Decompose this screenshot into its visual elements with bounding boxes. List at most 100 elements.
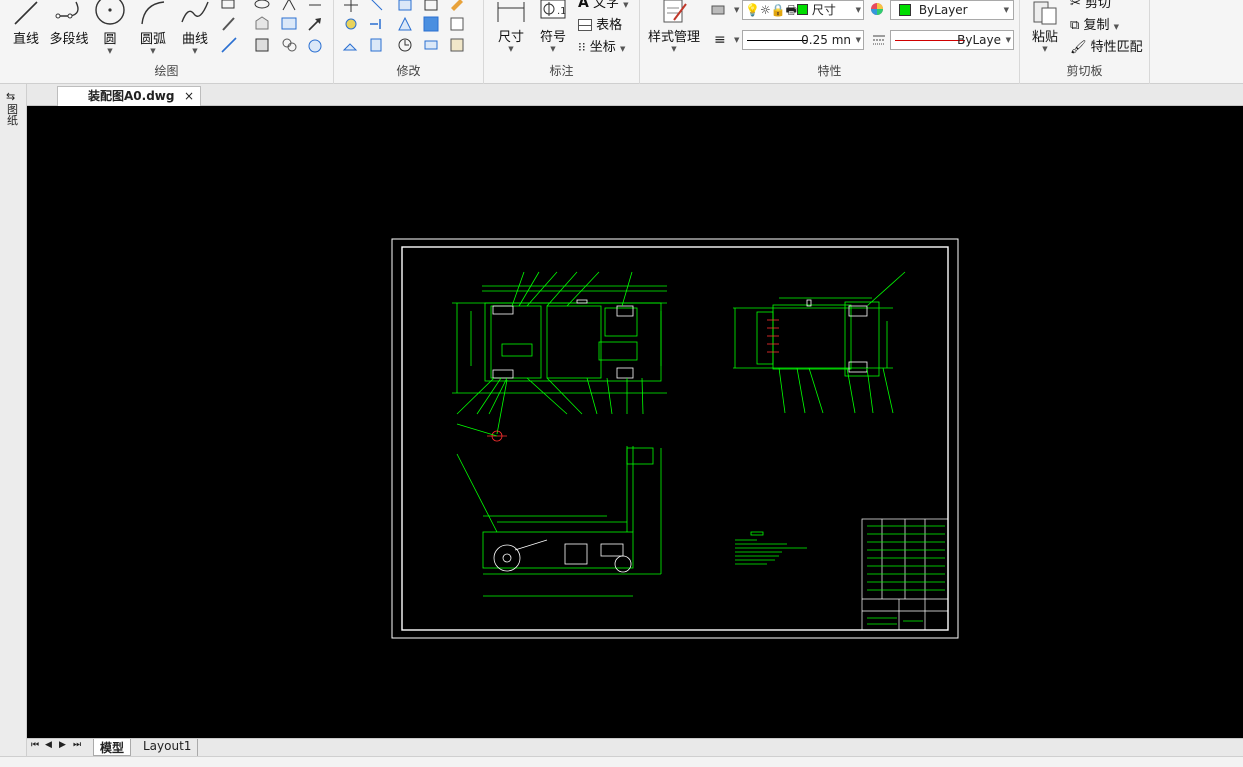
layer-name: 尺寸 xyxy=(811,3,836,17)
command-bar[interactable] xyxy=(0,756,1243,767)
copy-dropdown-icon[interactable]: ▼ xyxy=(1114,23,1119,31)
annotate-panel: 尺寸 ▼ .1 符号 ▼ A 文字 ▼ 表格 ⁝⁝ 坐标 ▼ 标注 xyxy=(484,0,640,84)
circle-tool[interactable]: 圆 ▼ xyxy=(94,0,126,55)
close-tab-icon[interactable]: × xyxy=(184,87,194,105)
spline-icon xyxy=(181,1,209,23)
stretch-icon[interactable] xyxy=(342,36,360,54)
circle-dropdown-icon[interactable]: ▼ xyxy=(94,47,126,55)
sheet-set-icon[interactable]: ⇆ xyxy=(6,90,15,103)
spline-tool[interactable]: 曲线 ▼ xyxy=(178,0,212,55)
document-tab[interactable]: 装配图A0.dwg × xyxy=(57,86,201,106)
wipeout-icon[interactable] xyxy=(306,36,324,54)
sheet-set-label[interactable]: 图纸 xyxy=(7,104,20,126)
prev-layout-icon[interactable]: ◀ xyxy=(45,740,52,750)
linetype-icon[interactable] xyxy=(870,31,888,49)
join-icon[interactable] xyxy=(422,36,440,54)
spline-dropdown-icon[interactable]: ▼ xyxy=(178,47,212,55)
last-layout-icon[interactable]: ⏭ xyxy=(73,740,81,750)
copy-label: 复制 xyxy=(1083,18,1110,33)
break-icon[interactable] xyxy=(448,15,466,33)
dimension-tool[interactable]: 尺寸 ▼ xyxy=(494,0,528,53)
symbol-dropdown-icon[interactable]: ▼ xyxy=(536,45,570,53)
match-properties-label: 特性匹配 xyxy=(1090,40,1143,55)
table-tool[interactable]: 表格 xyxy=(578,14,622,33)
linetype-dropdown-icon: ▼ xyxy=(1005,36,1011,44)
move-icon[interactable] xyxy=(342,0,360,14)
cad-drawing[interactable] xyxy=(27,106,1243,738)
text-dropdown-icon[interactable]: ▼ xyxy=(623,1,628,9)
layer-state-select[interactable]: 💡☼🔒🖶 尺寸 ▼ xyxy=(742,0,864,20)
polyline-tool[interactable]: 多段线 xyxy=(48,0,90,47)
explode-icon[interactable] xyxy=(396,36,414,54)
text-tool[interactable]: A 文字 ▼ xyxy=(578,0,629,11)
revcloud-icon[interactable] xyxy=(280,36,298,54)
lineweight-menu-icon[interactable]: ▼ xyxy=(734,36,739,44)
region-icon[interactable] xyxy=(253,15,271,33)
first-layout-icon[interactable]: ⏮ xyxy=(31,740,39,750)
left-tool-strip: ⇆ 图纸 xyxy=(0,84,27,767)
front-view xyxy=(456,446,662,597)
model-tab-label: 模型 xyxy=(100,741,125,755)
scale-icon[interactable] xyxy=(368,36,386,54)
trim-icon[interactable] xyxy=(368,15,386,33)
lineweight-icon[interactable]: ≡ xyxy=(714,32,726,48)
mirror-icon[interactable] xyxy=(396,0,414,14)
paste-tool[interactable]: 粘贴 ▼ xyxy=(1028,0,1062,53)
style-manager-tool[interactable]: 样式管理 ▼ xyxy=(646,0,702,53)
color-wheel-icon[interactable] xyxy=(868,0,886,18)
match-properties-tool[interactable]: 🖌 特性匹配 xyxy=(1070,36,1143,55)
boundary-icon[interactable] xyxy=(253,36,271,54)
linetype-select[interactable]: ByLaye ▼ xyxy=(890,30,1014,50)
copy-tool[interactable]: ⧉ 复制 ▼ xyxy=(1070,14,1119,33)
paste-dropdown-icon[interactable]: ▼ xyxy=(1028,45,1062,53)
rectangle-icon[interactable] xyxy=(220,0,238,14)
polyline-icon xyxy=(55,1,79,19)
style-manager-dropdown-icon[interactable]: ▼ xyxy=(646,45,702,53)
copy-object-icon[interactable] xyxy=(368,0,386,14)
point-icon[interactable] xyxy=(280,0,298,14)
table-tool-label: 表格 xyxy=(596,18,623,33)
drawing-canvas[interactable] xyxy=(27,106,1243,738)
layout1-tab[interactable]: Layout1 xyxy=(137,739,199,756)
next-layout-icon[interactable]: ▶ xyxy=(59,740,66,750)
coordinate-dropdown-icon[interactable]: ▼ xyxy=(620,45,625,53)
arc-tool[interactable]: 圆弧 ▼ xyxy=(136,0,170,55)
hatch-line-icon[interactable] xyxy=(220,15,238,33)
array-icon[interactable] xyxy=(422,15,440,33)
layer-properties-icon[interactable] xyxy=(710,0,728,18)
linetype-value: ByLaye xyxy=(957,33,1001,47)
table-icon xyxy=(578,19,592,31)
coordinate-tool[interactable]: ⁝⁝ 坐标 ▼ xyxy=(578,36,625,55)
erase-icon[interactable] xyxy=(448,0,466,14)
rotate-icon[interactable] xyxy=(342,15,360,33)
arrow-icon[interactable] xyxy=(306,15,324,33)
arc-dropdown-icon[interactable]: ▼ xyxy=(136,47,170,55)
lineweight-select[interactable]: 0.25 mn ▼ xyxy=(742,30,864,50)
table-grid-icon[interactable] xyxy=(280,15,298,33)
offset-icon[interactable] xyxy=(422,0,440,14)
ray-icon[interactable] xyxy=(306,0,324,14)
match-properties-icon: 🖌 xyxy=(1070,40,1087,55)
color-select[interactable]: ByLayer ▼ xyxy=(890,0,1014,20)
ellipse-icon[interactable] xyxy=(253,0,271,14)
construction-line-icon[interactable] xyxy=(220,36,238,54)
line-tool[interactable]: 直线 xyxy=(8,0,44,47)
properties-panel: 样式管理 ▼ ▼ 💡☼🔒🖶 尺寸 ▼ ByLayer ▼ ≡ ▼ 0.25 mn… xyxy=(640,0,1020,84)
polyline-tool-label: 多段线 xyxy=(49,32,89,47)
document-tab-title: 装配图A0.dwg xyxy=(88,89,175,103)
document-tab-bar: 装配图A0.dwg × xyxy=(27,84,1243,106)
fillet-icon[interactable] xyxy=(396,15,414,33)
symbol-tool[interactable]: .1 符号 ▼ xyxy=(536,0,570,53)
model-tab[interactable]: 模型 xyxy=(93,739,132,756)
sheet-outer-border xyxy=(391,238,959,639)
cut-tool[interactable]: ✂ 剪切 xyxy=(1070,0,1111,11)
text-icon: A xyxy=(578,0,589,11)
layer-properties-dropdown-icon[interactable]: ▼ xyxy=(734,6,739,14)
lock-icon: 🔒 xyxy=(770,3,786,17)
edit-icon[interactable] xyxy=(448,36,466,54)
symbol-tool-label: 符号 xyxy=(539,30,566,45)
dimension-dropdown-icon[interactable]: ▼ xyxy=(494,45,528,53)
printer-icon: 🖶 xyxy=(785,3,797,17)
side-view xyxy=(733,271,906,414)
text-tool-label: 文字 xyxy=(592,0,619,11)
